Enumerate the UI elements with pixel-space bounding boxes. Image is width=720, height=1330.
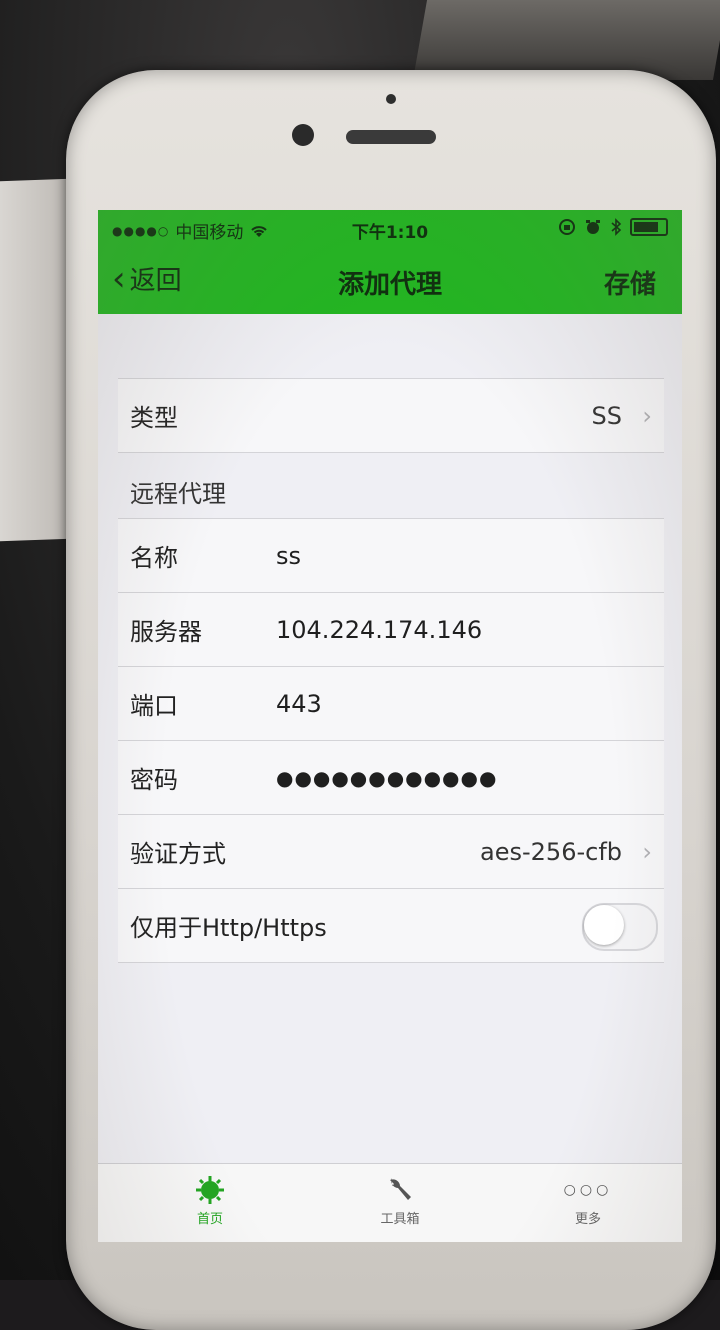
tab-bar: 首页 工具箱 ○○○ 更多: [98, 1163, 682, 1242]
tab-toolbox-label: 工具箱: [380, 1212, 420, 1227]
status-right: [558, 218, 668, 236]
phone-screen: ●●●●○ 中国移动 下午1:10 ‹ 返回 添加代理 存储 类型 SS › 远…: [98, 210, 682, 1242]
navigation-bar: ‹ 返回 添加代理 存储: [98, 248, 682, 314]
password-field[interactable]: ●●●●●●●●●●●●: [276, 766, 497, 790]
page-title: 添加代理: [337, 270, 442, 300]
background-paper-left: [0, 178, 70, 542]
earpiece-speaker: [346, 130, 436, 144]
section-header-remote-proxy: 远程代理: [130, 480, 226, 508]
type-row[interactable]: 类型 SS ›: [118, 379, 664, 452]
type-label: 类型: [130, 404, 178, 432]
tab-toolbox[interactable]: 工具箱: [340, 1172, 460, 1227]
save-button[interactable]: 存储: [604, 264, 656, 301]
name-label: 名称: [130, 544, 178, 572]
bluetooth-icon: [611, 218, 622, 236]
port-row[interactable]: 端口 443: [118, 667, 664, 741]
toggle-knob: [584, 905, 624, 945]
port-label: 端口: [130, 692, 178, 720]
chevron-right-icon: ›: [642, 837, 652, 866]
server-label: 服务器: [130, 618, 202, 646]
remote-proxy-group: 名称 ss 服务器 104.224.174.146 端口 443 密码 ●●●●…: [118, 518, 664, 963]
port-field[interactable]: 443: [276, 690, 322, 718]
wrench-icon: [390, 1178, 411, 1200]
gear-bug-icon: [196, 1176, 224, 1204]
server-row[interactable]: 服务器 104.224.174.146: [118, 593, 664, 667]
password-label: 密码: [130, 766, 178, 794]
type-group: 类型 SS ›: [118, 378, 664, 453]
chevron-right-icon: ›: [642, 401, 652, 430]
orientation-lock-icon: [559, 219, 575, 235]
tab-home-label: 首页: [196, 1212, 223, 1227]
password-row[interactable]: 密码 ●●●●●●●●●●●●: [118, 741, 664, 815]
type-value: SS: [591, 401, 622, 430]
background-paper-top: [412, 0, 720, 80]
server-field[interactable]: 104.224.174.146: [276, 616, 482, 644]
front-camera: [292, 124, 314, 146]
auth-method-row[interactable]: 验证方式 aes-256-cfb ›: [118, 815, 664, 889]
alarm-icon: [586, 220, 600, 234]
tab-home[interactable]: 首页: [150, 1172, 270, 1227]
tab-more-label: 更多: [574, 1212, 601, 1227]
http-only-toggle[interactable]: [582, 903, 658, 951]
name-field[interactable]: ss: [276, 542, 301, 570]
http-only-label: 仅用于Http/Https: [130, 914, 327, 942]
battery-icon: [630, 218, 668, 236]
auth-method-value: aes-256-cfb: [480, 837, 622, 866]
auth-method-label: 验证方式: [130, 840, 226, 868]
name-row[interactable]: 名称 ss: [118, 519, 664, 593]
proximity-sensor: [386, 94, 396, 104]
more-dots-icon: ○○○: [563, 1182, 613, 1198]
http-only-row: 仅用于Http/Https: [118, 889, 664, 962]
tab-more[interactable]: ○○○ 更多: [528, 1172, 648, 1227]
status-bar: ●●●●○ 中国移动 下午1:10: [98, 210, 682, 248]
